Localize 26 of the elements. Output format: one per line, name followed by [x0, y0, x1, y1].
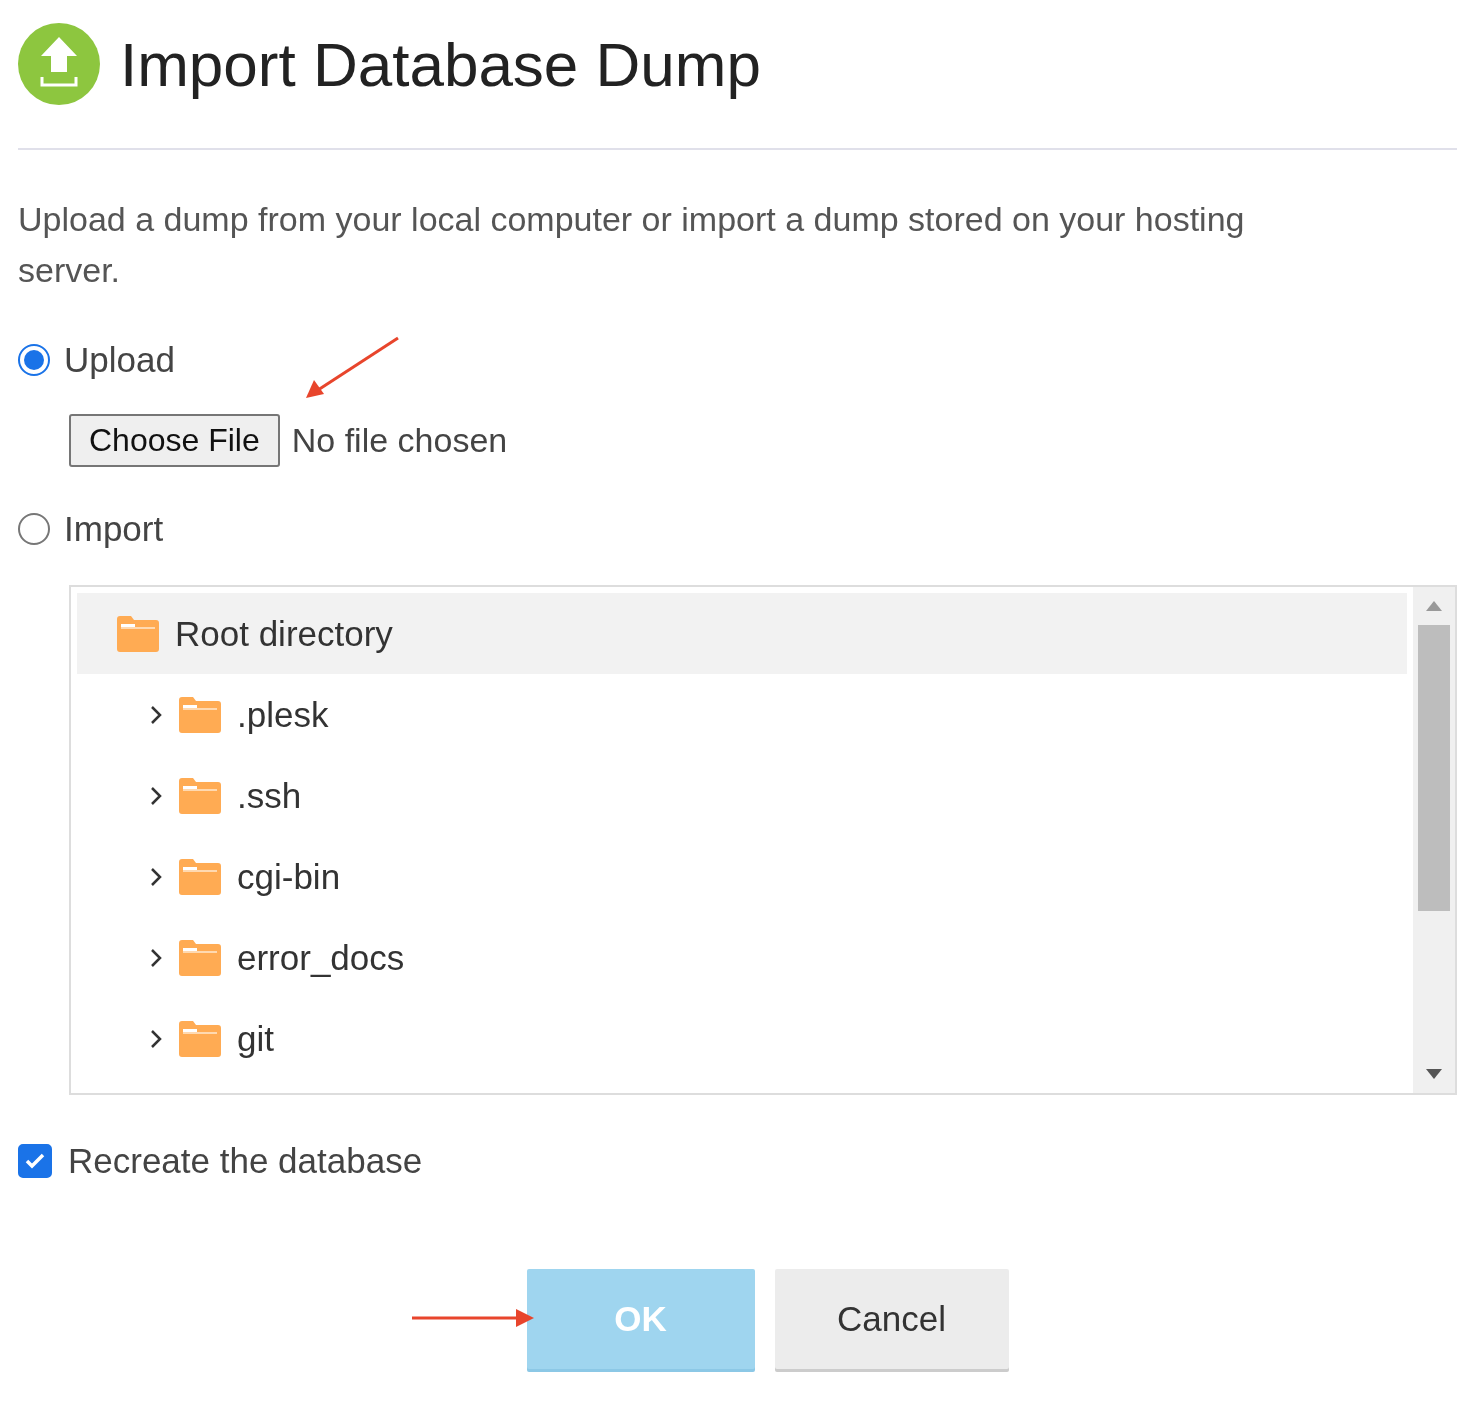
checkbox-label[interactable]: Recreate the database — [68, 1141, 423, 1181]
file-status: No file chosen — [291, 421, 508, 460]
tree-item[interactable]: .plesk — [77, 674, 1407, 755]
radio-label[interactable]: Import — [64, 509, 164, 549]
folder-icon — [117, 615, 159, 652]
cancel-button[interactable]: Cancel — [774, 1269, 1009, 1369]
folder-icon — [179, 1020, 221, 1057]
choose-file-button[interactable]: Choose File — [69, 414, 280, 467]
description: Upload a dump from your local computer or import a dump stored on your hosting server. — [18, 199, 1246, 291]
tree-item[interactable]: git — [77, 998, 1407, 1079]
scroll-down-icon[interactable] — [1426, 1069, 1442, 1079]
dialog-title: Import Database Dump — [120, 28, 761, 100]
folder-icon — [179, 777, 221, 814]
tree-item[interactable]: .ssh — [77, 755, 1407, 836]
upload-icon — [18, 23, 100, 105]
scrollbar[interactable] — [1413, 587, 1455, 1093]
tree-item[interactable]: cgi-bin — [77, 836, 1407, 917]
checkbox[interactable] — [18, 1144, 52, 1178]
folder-icon — [179, 696, 221, 733]
folder-icon — [179, 858, 221, 895]
radio-label[interactable]: Upload — [64, 340, 175, 380]
folder-icon — [179, 939, 221, 976]
radio-button[interactable] — [18, 513, 50, 545]
tree-item[interactable]: Root directory — [77, 593, 1407, 674]
tree-item[interactable]: error_docs — [77, 917, 1407, 998]
radio-button[interactable] — [18, 344, 50, 376]
